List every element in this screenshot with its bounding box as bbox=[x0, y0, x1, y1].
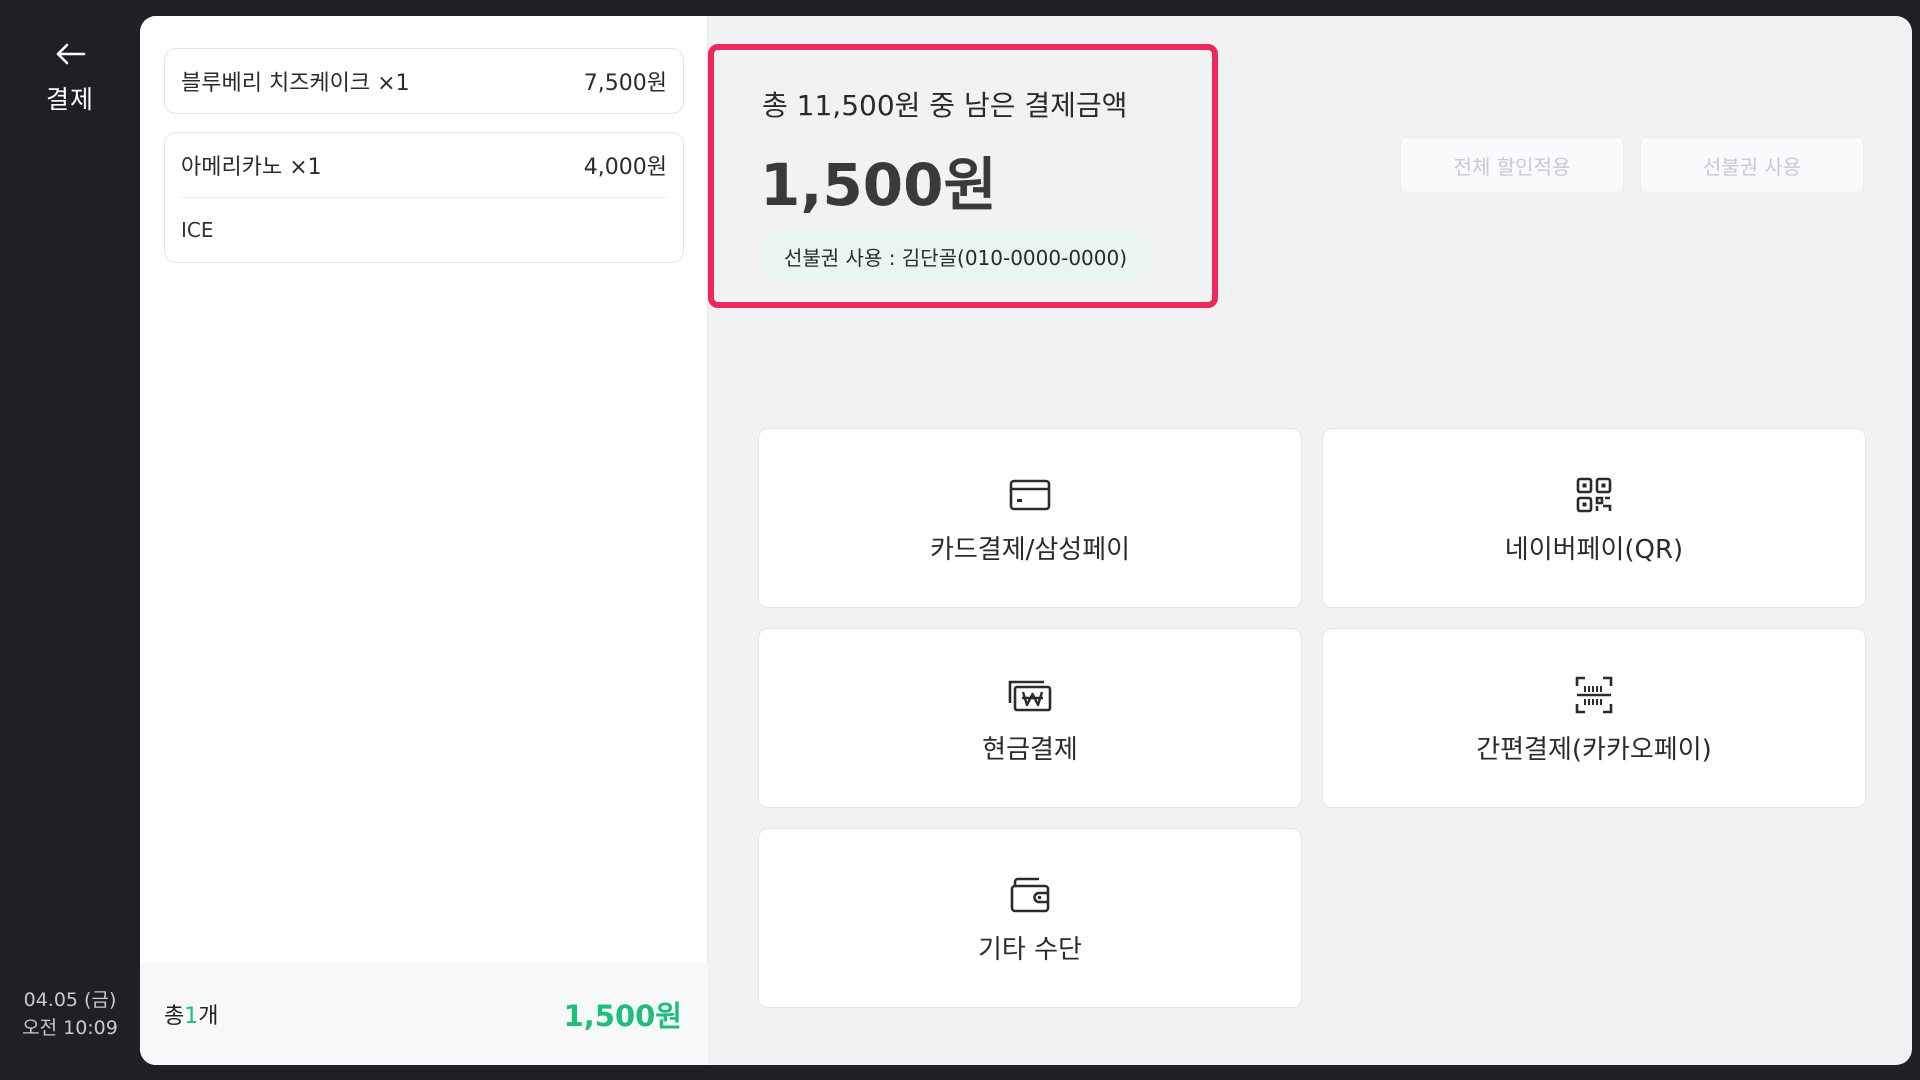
payment-label: 네이버페이(QR) bbox=[1504, 535, 1684, 565]
date-text: 04.05 (금) bbox=[23, 989, 117, 1011]
remaining-amount-panel: 총 11,500원 중 남은 결제금액 1,500원 선불권 사용 : 김단골(… bbox=[708, 44, 1218, 308]
wallet-icon bbox=[1010, 877, 1050, 913]
order-summary: 총1개 1,500원 bbox=[140, 963, 708, 1065]
order-item-name: 블루베리 치즈케이크 ×1 bbox=[181, 71, 410, 96]
voucher-badge: 선불권 사용 : 김단골(010-0000-0000) bbox=[760, 230, 1152, 282]
item-count: 총1개 bbox=[164, 1004, 219, 1029]
order-item-name: 아메리카노 ×1 bbox=[181, 155, 322, 180]
order-item-option: ICE bbox=[181, 218, 214, 242]
side-rail: 결제 04.05 (금) 오전 10:09 bbox=[0, 0, 140, 1080]
remaining-amount: 1,500원 bbox=[760, 151, 997, 219]
datetime: 04.05 (금) 오전 10:09 bbox=[0, 986, 140, 1042]
card-payment-button[interactable]: 카드결제/삼성페이 bbox=[758, 428, 1302, 608]
payment-label: 현금결제 bbox=[982, 735, 1078, 765]
remaining-title: 총 11,500원 중 남은 결제금액 bbox=[762, 89, 1128, 122]
naverpay-button[interactable]: 네이버페이(QR) bbox=[1322, 428, 1866, 608]
cash-payment-button[interactable]: 현금결제 bbox=[758, 628, 1302, 808]
qr-icon bbox=[1576, 477, 1612, 513]
voucher-use-button[interactable]: 선불권 사용 bbox=[1640, 137, 1864, 193]
order-item-price: 7,500원 bbox=[583, 71, 667, 96]
cash-icon bbox=[1008, 680, 1052, 712]
card-icon bbox=[1009, 479, 1051, 511]
payment-label: 간편결제(카카오페이) bbox=[1476, 735, 1712, 765]
payment-label: 카드결제/삼성페이 bbox=[929, 535, 1131, 565]
order-item-price: 4,000원 bbox=[583, 155, 667, 180]
payment-label: 기타 수단 bbox=[978, 935, 1082, 965]
time-text: 오전 10:09 bbox=[22, 1017, 118, 1039]
order-panel: 블루베리 치즈케이크 ×1 7,500원 아메리카노 ×1 4,000원 ICE… bbox=[140, 16, 708, 1065]
app-frame: 블루베리 치즈케이크 ×1 7,500원 아메리카노 ×1 4,000원 ICE… bbox=[140, 16, 1912, 1065]
summary-total: 1,500원 bbox=[563, 999, 682, 1033]
simple-payment-button[interactable]: 간편결제(카카오페이) bbox=[1322, 628, 1866, 808]
arrow-left-icon bbox=[56, 43, 86, 65]
back-label: 결제 bbox=[45, 85, 94, 114]
order-item[interactable]: 블루베리 치즈케이크 ×1 7,500원 bbox=[164, 48, 684, 114]
back-button[interactable]: 결제 bbox=[0, 28, 140, 128]
discount-all-button[interactable]: 전체 할인적용 bbox=[1400, 137, 1624, 193]
order-item[interactable]: 아메리카노 ×1 4,000원 ICE bbox=[164, 132, 684, 263]
barcode-scan-icon bbox=[1575, 676, 1613, 714]
other-payment-button[interactable]: 기타 수단 bbox=[758, 828, 1302, 1008]
